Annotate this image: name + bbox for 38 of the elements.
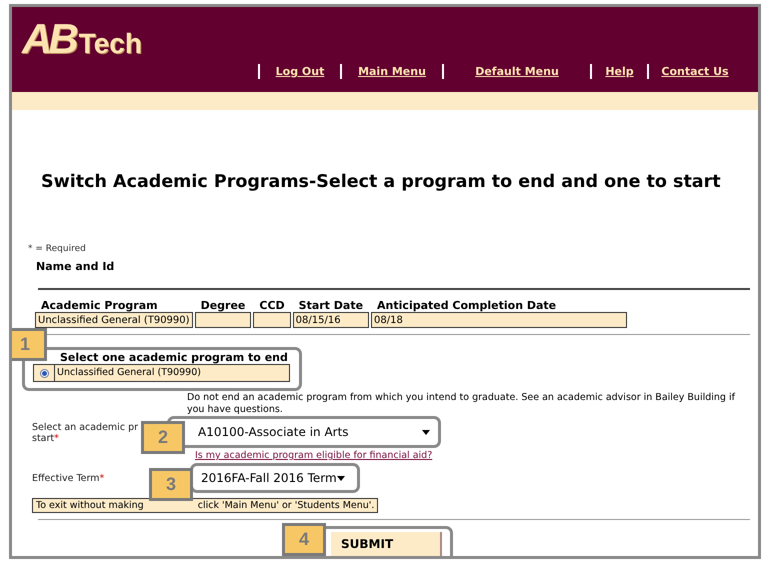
table-cell: 08/15/16 xyxy=(292,312,370,328)
required-marker: * xyxy=(100,472,104,484)
column-header: Academic Program xyxy=(40,299,159,312)
page-title: Switch Academic Programs-Select a program to end and one to start xyxy=(41,172,722,194)
step-badge: 3 xyxy=(149,468,193,501)
nav-link[interactable]: Main Menu xyxy=(340,64,442,79)
aid-link[interactable]: Is my academic program eligible for financial aid? xyxy=(192,450,441,461)
caret-icon xyxy=(422,430,430,434)
warning-text: Do not end an academic program from which you intend to graduate. See an academic advisor in Bailey Building if you have questions. xyxy=(187,392,736,416)
nav-link[interactable]: Contact Us xyxy=(647,64,741,79)
program-option: Unclassified General (T90990) xyxy=(55,364,290,382)
column-header: Degree xyxy=(200,299,246,312)
step-badge: 1 xyxy=(12,328,47,361)
column-header: CCD xyxy=(258,299,286,312)
nav-link[interactable]: Help xyxy=(590,64,647,79)
nav-link[interactable]: Default Menu xyxy=(442,64,590,79)
table-cell xyxy=(253,312,291,328)
section-heading: Select one academic program to end xyxy=(60,351,289,364)
radio-button[interactable] xyxy=(33,364,55,382)
section-heading: Name and Id xyxy=(36,260,116,275)
step-badge: 2 xyxy=(141,421,185,454)
caret-icon xyxy=(337,476,345,480)
submit-button[interactable]: SUBMIT xyxy=(331,532,442,556)
note-text: To exit without making xyxy=(36,500,144,511)
table-cell: 08/18 xyxy=(371,312,628,328)
field-label: start xyxy=(32,433,54,444)
logo[interactable]: ABTech xyxy=(22,15,142,63)
nav-link[interactable]: Log Out xyxy=(258,64,340,79)
column-header: Anticipated Completion Date xyxy=(376,299,558,312)
table-cell xyxy=(194,312,252,328)
required-note: * = Required xyxy=(28,244,87,254)
note-text: click 'Main Menu' or 'Students Menu'. xyxy=(198,500,374,511)
table-cell: Unclassified General (T90990) xyxy=(35,312,193,328)
field-label: Effective Term xyxy=(32,472,100,484)
field-label: Select an academic pr xyxy=(32,422,140,433)
step-badge: 4 xyxy=(282,523,326,556)
column-header: Start Date xyxy=(298,299,364,312)
required-marker: * xyxy=(54,433,59,444)
